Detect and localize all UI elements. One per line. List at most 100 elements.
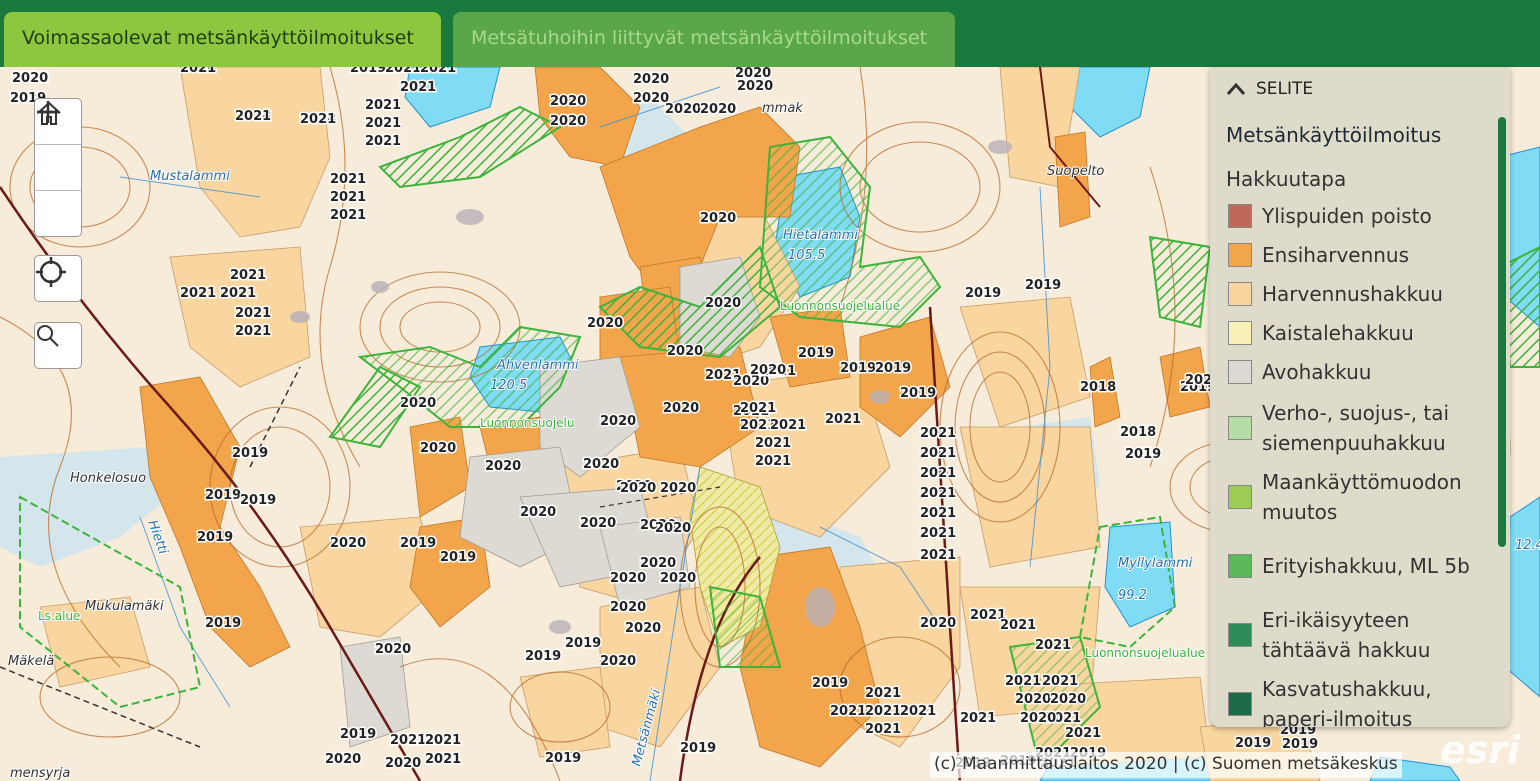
year-label: 2020 (550, 114, 586, 129)
year-label: 2020 (620, 481, 656, 496)
legend-item: Erityishakkuu, ML 5b (1228, 536, 1482, 596)
place-ahvenlammi: Ahvenlammi (496, 358, 579, 373)
legend-toggle[interactable]: SELITE (1226, 79, 1313, 99)
year-label: 2021 (235, 306, 271, 321)
place-myllylammi-elev: 99.2 (1118, 588, 1147, 603)
legend-swatch (1228, 321, 1252, 345)
map-attribution: (c) Maanmittauslaitos 2020 | (c) Suomen … (930, 752, 1402, 778)
year-label: 2020 (700, 102, 736, 117)
year-label: 2021 (865, 704, 901, 719)
year-label: 2020 (1050, 692, 1086, 707)
year-label: 2020 (750, 363, 786, 378)
year-label: 2019 (875, 361, 911, 376)
year-label: 2019 (205, 488, 241, 503)
legend-item: Avohakkuu (1228, 357, 1482, 387)
year-label: 2019 (440, 550, 476, 565)
locate-button[interactable] (35, 256, 81, 301)
year-label: 2021 (830, 704, 866, 719)
year-label: 2019 (565, 636, 601, 651)
year-label: 2019 (1125, 447, 1161, 462)
legend-item: Ylispuiden poisto (1228, 201, 1482, 231)
zoom-out-button[interactable] (35, 110, 81, 236)
year-label: 2021 (920, 426, 956, 441)
legend-swatch (1228, 282, 1252, 306)
year-label: 2020 (665, 102, 701, 117)
place-luonnonsuojelualue-1: Luonnonsuojelualue (780, 299, 900, 313)
year-label: 2020 (330, 536, 366, 551)
tab-voimassaolevat[interactable]: Voimassaolevat metsänkäyttöilmoitukset (4, 12, 441, 67)
search-button[interactable] (35, 323, 81, 368)
year-label: 2020 (625, 621, 661, 636)
place-suopelto: Suopelto (1047, 164, 1104, 179)
year-label: 2021 (180, 67, 216, 76)
chevron-up-icon (1226, 82, 1246, 95)
year-label: 2021 (365, 134, 401, 149)
legend-swatch (1228, 623, 1252, 647)
year-label: 2018 (1120, 425, 1156, 440)
year-label: 2020 (1020, 711, 1056, 726)
year-label: 2019 (798, 346, 834, 361)
year-label: 2019 (900, 386, 936, 401)
place-luonnonsuojelualue-2: Luonnonsuojelu (480, 416, 574, 430)
year-label: 2020 (420, 441, 456, 456)
year-label: 2021 (1042, 674, 1078, 689)
year-label: 2020 (610, 600, 646, 615)
year-label: 2020 (700, 211, 736, 226)
home-button[interactable] (35, 101, 81, 191)
year-label: 2020 (633, 72, 669, 87)
place-mensyrja: mensyrja (10, 766, 70, 781)
year-label: 2021 (330, 190, 366, 205)
year-label: 2021 (365, 98, 401, 113)
year-label: 2021 (865, 686, 901, 701)
year-label: 2021 (220, 286, 256, 301)
year-label: 2020 (600, 414, 636, 429)
year-label: 2021 (420, 67, 456, 76)
legend-item: Eri-ikäisyyteen tähtäävä hakkuu (1228, 605, 1482, 665)
locate-control (34, 255, 82, 302)
year-label: 2020 (583, 457, 619, 472)
year-label: 2020 (12, 71, 48, 86)
legend-item: Verho-, suojus-, tai siemenpuuhakkuu (1228, 398, 1482, 458)
year-label: 2019 (232, 446, 268, 461)
year-label: 2019 (340, 727, 376, 742)
place-east-elev: 12.4 (1515, 538, 1540, 553)
year-label: 2019 (205, 616, 241, 631)
year-label: 2021 (865, 722, 901, 737)
place-mustalammi: Mustalammi (150, 169, 230, 184)
year-label: 2021 (300, 112, 336, 127)
year-label: 2019 (840, 361, 876, 376)
zoom-out-icon (37, 110, 59, 114)
legend-swatch (1228, 243, 1252, 267)
year-label: 2020 (587, 316, 623, 331)
year-label: 2020 (640, 556, 676, 571)
year-label: 2020 (1015, 692, 1051, 707)
legend-swatch (1228, 554, 1252, 578)
year-label: 2021 (755, 454, 791, 469)
legend-scrollbar[interactable] (1498, 117, 1506, 547)
year-label: 2021 (330, 208, 366, 223)
year-label: 2020 (920, 616, 956, 631)
year-label: 2020 (660, 571, 696, 586)
year-label: 2021 (960, 711, 996, 726)
year-label: 2021 (425, 752, 461, 767)
year-label: 2020 (655, 521, 691, 536)
legend-swatch (1228, 485, 1252, 509)
legend-label: Eri-ikäisyyteen tähtäävä hakkuu (1262, 608, 1431, 662)
year-label: 2021 (755, 436, 791, 451)
year-label: 2021 (1035, 638, 1071, 653)
year-label: 2019 (965, 286, 1001, 301)
year-label: 2021 (740, 401, 776, 416)
legend-swatch (1228, 204, 1252, 228)
tab-metsatuhot[interactable]: Metsätuhoihin liittyvät metsänkäyttöilmo… (453, 12, 955, 67)
legend-item: Harvennushakkuu (1228, 279, 1482, 309)
place-myllylammi: Myllylammi (1118, 556, 1193, 571)
year-label: 2019 (812, 676, 848, 691)
year-label: 2020 (485, 459, 521, 474)
year-label: 2020 (385, 756, 421, 771)
year-label: 2020 (660, 481, 696, 496)
year-label: 2021 (920, 506, 956, 521)
legend-swatch (1228, 692, 1252, 716)
year-label: 2020 (667, 344, 703, 359)
year-label: 2021 (330, 172, 366, 187)
year-label: 2021 (235, 324, 271, 339)
